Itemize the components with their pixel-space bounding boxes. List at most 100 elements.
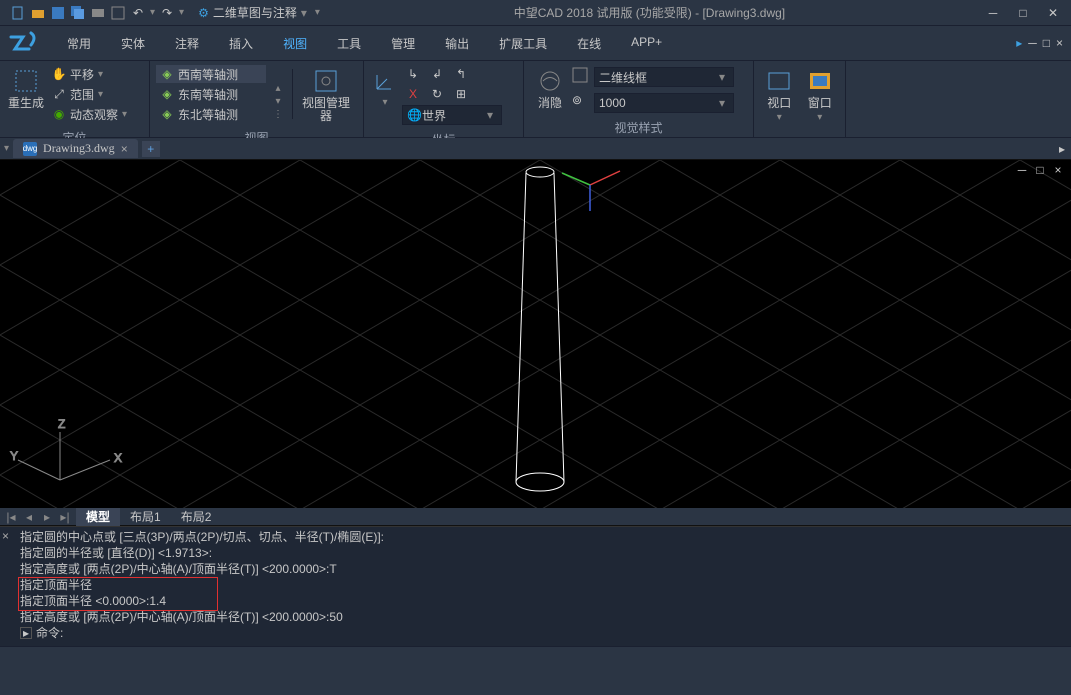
drawing-canvas[interactable]: Z X Y ─ □ × (0, 160, 1071, 508)
list-icon[interactable]: ⋮ (273, 109, 283, 120)
hide-icon (536, 67, 564, 95)
layout2-tab[interactable]: 布局2 (171, 507, 222, 526)
ucs-btn5[interactable]: ↻ (426, 85, 448, 103)
layout-model-tab[interactable]: 模型 (76, 507, 120, 526)
help-icon[interactable]: ▸ (1016, 36, 1022, 50)
tab-manage[interactable]: 管理 (376, 28, 430, 59)
close-icon[interactable]: × (1051, 163, 1065, 177)
chevron-down-icon: ▾ (817, 112, 822, 123)
title-bar: ↶ ▾ ↷ ▾ ⚙ 二维草图与注释 ▾ ▾ 中望CAD 2018 试用版 (功能… (0, 0, 1071, 26)
minimize-button[interactable]: ─ (979, 4, 1007, 22)
layout-tabs: |◂ ◂ ▸ ▸| 模型 布局1 布局2 (0, 508, 1071, 526)
tab-online[interactable]: 在线 (562, 28, 616, 59)
ucs-btn6[interactable]: ⊞ (450, 85, 472, 103)
prompt-icon[interactable]: ▸ (20, 627, 32, 639)
doc-tab-name: Drawing3.dwg (43, 141, 115, 156)
orbit-button[interactable]: ◉动态观察▾ (48, 105, 131, 123)
regen-button[interactable]: 重生成 (6, 65, 46, 110)
viewport-window-controls: ─ □ × (1015, 163, 1065, 177)
scroll-down-icon[interactable]: ▾ (275, 96, 280, 107)
ucs-x-button[interactable]: X (402, 85, 424, 103)
sw-iso-button[interactable]: ◈西南等轴测 (156, 65, 266, 83)
save-icon[interactable] (50, 5, 66, 21)
chevron-down-icon: ▾ (122, 109, 127, 120)
axis-icon: ↰ (454, 67, 468, 81)
ucs-btn3[interactable]: ↰ (450, 65, 472, 83)
panel-title: 视觉样式 (524, 117, 753, 140)
preview-icon[interactable] (110, 5, 126, 21)
max-icon[interactable]: □ (1033, 163, 1047, 177)
hide-label: 消隐 (538, 97, 562, 110)
doc-tab[interactable]: dwg Drawing3.dwg × (13, 139, 138, 158)
doc-menu-icon[interactable]: ▾ (4, 143, 9, 154)
window-title: 中望CAD 2018 试用版 (功能受限) - [Drawing3.dwg] (320, 4, 979, 21)
ucs-btn2[interactable]: ↲ (426, 65, 448, 83)
cmd-line: 指定顶面半径 (20, 577, 1067, 593)
redo-dropdown-icon[interactable]: ▾ (179, 7, 184, 18)
extent-button[interactable]: ⤢范围▾ (48, 85, 131, 103)
chevron-down-icon: ▾ (483, 108, 497, 122)
se-iso-button[interactable]: ◈东南等轴测 (156, 85, 266, 103)
open-icon[interactable] (30, 5, 46, 21)
plot-icon[interactable] (90, 5, 106, 21)
close-icon[interactable]: × (121, 142, 128, 156)
visual-style-combo[interactable]: 二维线框▾ (594, 67, 734, 87)
close-button[interactable]: ✕ (1039, 4, 1067, 22)
chevron-down-icon: ▾ (98, 89, 103, 100)
x-axis-icon: X (406, 87, 420, 101)
ucs-world-combo[interactable]: 🌐 世界 ▾ (402, 105, 502, 125)
new-tab-button[interactable]: + (142, 141, 160, 157)
axis-x-label: X (114, 451, 122, 465)
next-icon[interactable]: ▸ (38, 510, 56, 524)
prev-icon[interactable]: ◂ (20, 510, 38, 524)
maximize-button[interactable]: □ (1009, 4, 1037, 22)
cube-icon: ◈ (160, 107, 174, 121)
undo-dropdown-icon[interactable]: ▾ (150, 7, 155, 18)
panel-window: 视口 ▾ 窗口 ▾ (754, 61, 846, 137)
tab-output[interactable]: 输出 (430, 28, 484, 59)
scroll-up-icon[interactable]: ▴ (275, 83, 280, 94)
ribbon-max-icon[interactable]: □ (1043, 36, 1050, 50)
undo-icon[interactable]: ↶ (130, 5, 146, 21)
tab-view[interactable]: 视图 (268, 28, 322, 59)
close-icon[interactable]: × (2, 529, 9, 543)
redo-icon[interactable]: ↷ (159, 5, 175, 21)
tab-tools[interactable]: 工具 (322, 28, 376, 59)
expand-icon[interactable]: ▸ (1059, 142, 1065, 156)
new-icon[interactable] (10, 5, 26, 21)
tab-common[interactable]: 常用 (52, 28, 106, 59)
scale-icon: ⊚ (572, 93, 590, 113)
ribbon-close-icon[interactable]: × (1056, 36, 1063, 50)
tab-solid[interactable]: 实体 (106, 28, 160, 59)
tab-annotate[interactable]: 注释 (160, 28, 214, 59)
ucs-button[interactable]: ▾ (370, 65, 400, 108)
scale-combo[interactable]: 1000▾ (594, 93, 734, 113)
extent-icon: ⤢ (52, 87, 66, 101)
layout1-tab[interactable]: 布局1 (120, 507, 171, 526)
quick-access-toolbar: ↶ ▾ ↷ ▾ (4, 5, 190, 21)
window-button[interactable]: 窗口 ▾ (801, 65, 840, 123)
tab-app[interactable]: APP+ (616, 28, 677, 59)
viewmgr-label: 视图管理器 (297, 97, 355, 123)
regen-label: 重生成 (8, 97, 44, 110)
ribbon-min-icon[interactable]: ─ (1028, 36, 1037, 50)
workspace-selector[interactable]: ⚙ 二维草图与注释 ▾ (190, 4, 315, 21)
pan-button[interactable]: ✋平移▾ (48, 65, 131, 83)
viewport-button[interactable]: 视口 ▾ (760, 65, 799, 123)
chevron-down-icon: ▾ (301, 6, 307, 20)
app-logo[interactable] (0, 26, 48, 60)
last-icon[interactable]: ▸| (56, 510, 74, 524)
wireframe-icon (572, 67, 590, 87)
min-icon[interactable]: ─ (1015, 163, 1029, 177)
ucs-btn1[interactable]: ↳ (402, 65, 424, 83)
first-icon[interactable]: |◂ (2, 510, 20, 524)
panel-locate: 重生成 ✋平移▾ ⤢范围▾ ◉动态观察▾ 定位 (0, 61, 150, 137)
axis-icon: ↻ (430, 87, 444, 101)
hide-button[interactable]: 消隐 (530, 65, 570, 110)
tab-insert[interactable]: 插入 (214, 28, 268, 59)
saveall-icon[interactable] (70, 5, 86, 21)
viewmgr-button[interactable]: 视图管理器 (297, 65, 355, 123)
tab-extend[interactable]: 扩展工具 (484, 28, 562, 59)
command-window[interactable]: × 指定圆的中心点或 [三点(3P)/两点(2P)/切点、切点、半径(T)/椭圆… (0, 526, 1071, 646)
ne-iso-button[interactable]: ◈东北等轴测 (156, 105, 266, 123)
